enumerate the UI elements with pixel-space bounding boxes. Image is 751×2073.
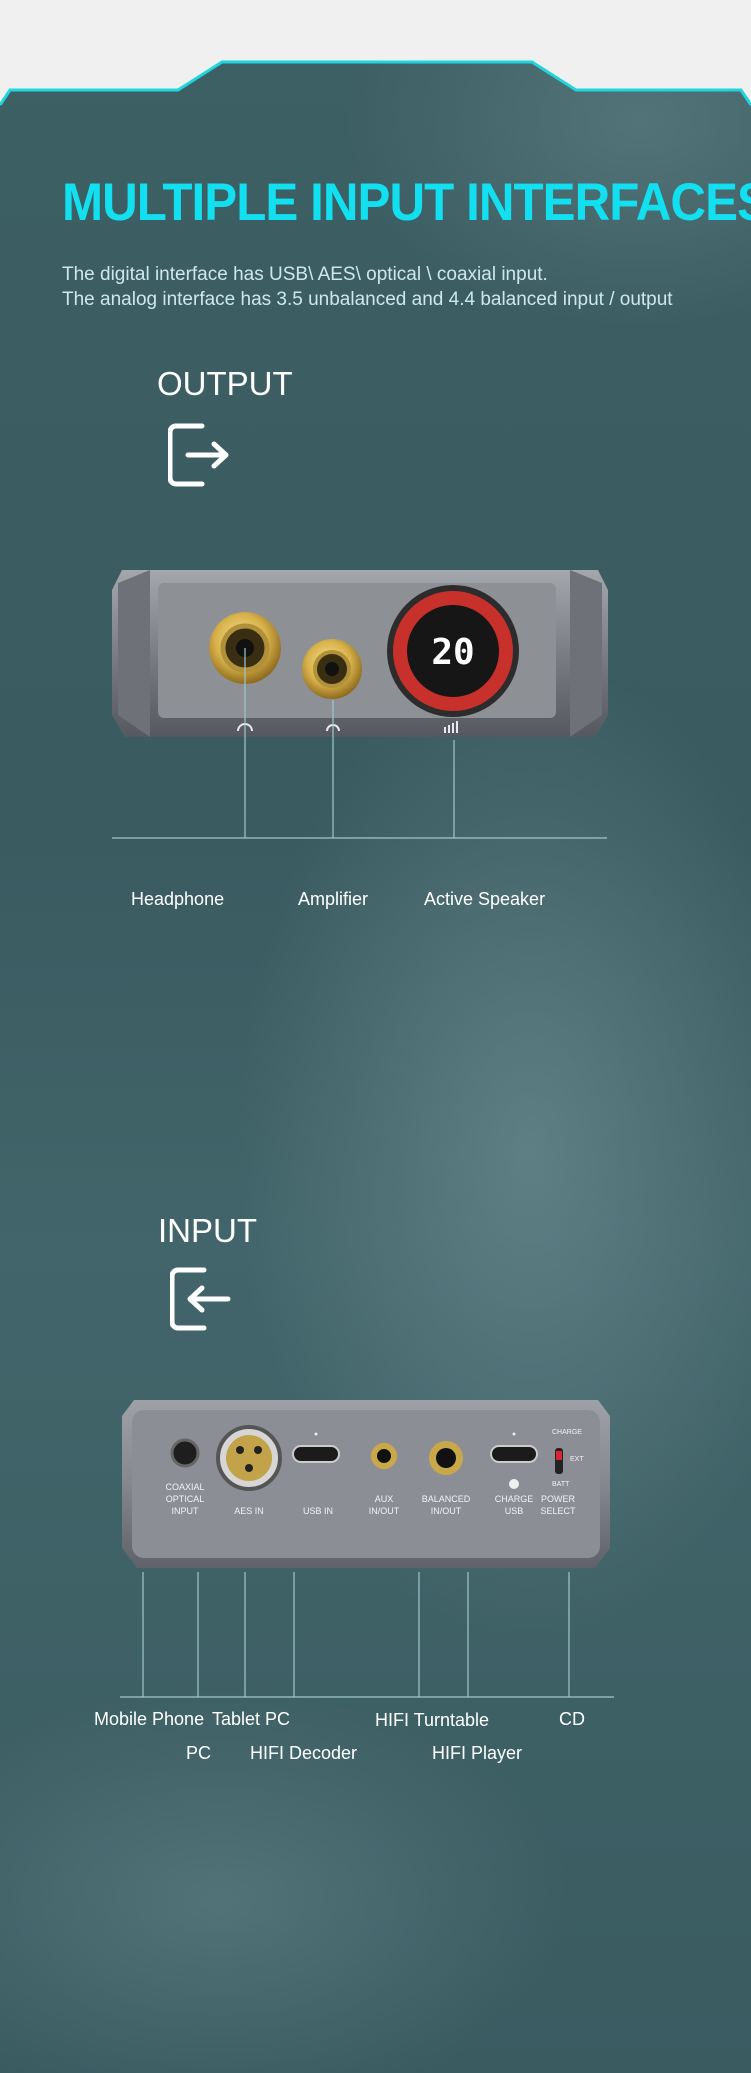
label-hifi-player: HIFI Player — [432, 1743, 523, 1763]
callout-lines — [112, 648, 614, 1698]
label-tablet-pc: Tablet PC — [212, 1709, 291, 1729]
label-hifi-turntable: HIFI Turntable — [375, 1710, 490, 1730]
label-headphone: Headphone — [131, 889, 225, 909]
label-mobile-phone: Mobile Phone — [94, 1709, 205, 1729]
label-hifi-decoder: HIFI Decoder — [250, 1743, 358, 1763]
label-active-speaker: Active Speaker — [424, 889, 546, 909]
label-cd: CD — [559, 1709, 585, 1729]
label-amplifier: Amplifier — [298, 889, 369, 909]
label-pc: PC — [186, 1743, 212, 1763]
